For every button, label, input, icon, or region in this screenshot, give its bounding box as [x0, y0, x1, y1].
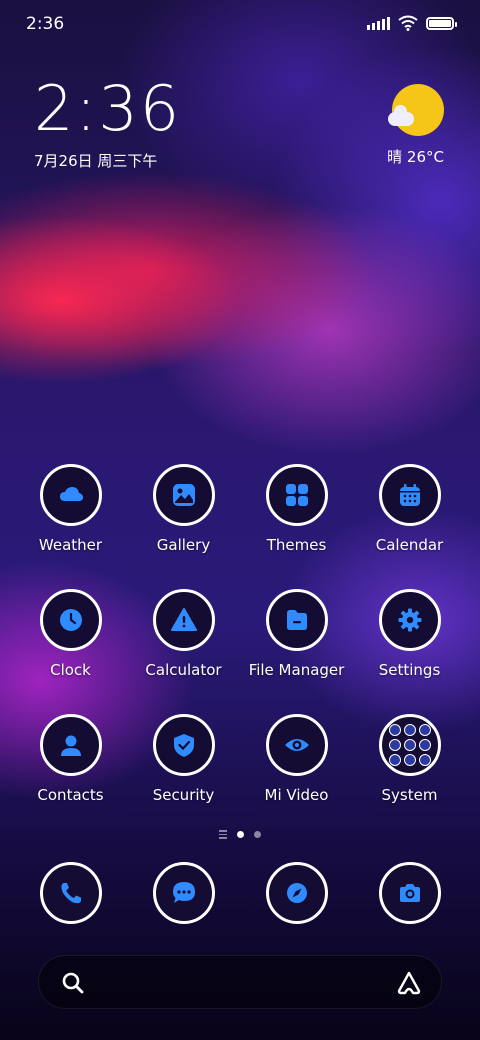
- camera-icon: [378, 862, 441, 924]
- app-system-folder[interactable]: System: [353, 714, 466, 804]
- app-weather[interactable]: Weather: [14, 464, 127, 554]
- themes-grid-icon: [265, 464, 328, 526]
- status-time: 2:36: [26, 14, 65, 34]
- eye-icon: [265, 714, 328, 776]
- app-calculator[interactable]: Calculator: [127, 589, 240, 679]
- clock-icon: [39, 589, 102, 651]
- page-indicator[interactable]: [0, 830, 480, 839]
- menu-lines-icon: [219, 830, 227, 839]
- folder-grid-icon: [378, 714, 441, 776]
- weather-widget[interactable]: 晴 26°C: [364, 84, 444, 168]
- app-label: Contacts: [37, 786, 104, 804]
- gear-icon: [378, 589, 441, 651]
- clock-widget[interactable]: 2:36 7月26日 周三下午: [34, 78, 181, 171]
- folder-icon: [265, 589, 328, 651]
- phone-icon: [39, 862, 102, 924]
- app-label: Gallery: [156, 536, 211, 554]
- app-label: Calendar: [375, 536, 444, 554]
- dock-camera[interactable]: [353, 862, 466, 924]
- app-calendar[interactable]: Calendar: [353, 464, 466, 554]
- dock: [14, 862, 466, 924]
- app-file-manager[interactable]: File Manager: [240, 589, 353, 679]
- page-dot-active: [237, 830, 244, 838]
- calendar-icon: [378, 464, 441, 526]
- app-grid: Weather Gallery Themes Calendar Clock Ca…: [14, 464, 466, 804]
- cloud-icon: [388, 105, 414, 126]
- shield-check-icon: [152, 714, 215, 776]
- gallery-icon: [152, 464, 215, 526]
- app-themes[interactable]: Themes: [240, 464, 353, 554]
- app-settings[interactable]: Settings: [353, 589, 466, 679]
- wifi-icon: [398, 15, 418, 31]
- dock-messages[interactable]: [127, 862, 240, 924]
- assistant-icon[interactable]: [395, 969, 423, 997]
- weather-text: 晴 26°C: [387, 148, 444, 166]
- search-icon: [62, 972, 84, 994]
- app-label: File Manager: [248, 661, 345, 679]
- app-label: Calculator: [145, 661, 222, 679]
- page-dot: [254, 830, 261, 838]
- status-icons: [367, 15, 457, 31]
- dock-browser[interactable]: [240, 862, 353, 924]
- app-security[interactable]: Security: [127, 714, 240, 804]
- app-label: Weather: [38, 536, 103, 554]
- message-icon: [152, 862, 215, 924]
- app-label: Security: [152, 786, 215, 804]
- status-bar: 2:36: [0, 0, 480, 50]
- dock-phone[interactable]: [14, 862, 127, 924]
- app-label: Mi Video: [264, 786, 329, 804]
- compass-icon: [265, 862, 328, 924]
- app-label: Settings: [378, 661, 441, 679]
- app-label: System: [381, 786, 438, 804]
- app-label: Themes: [266, 536, 327, 554]
- widget-clock-time: 2:36: [34, 72, 182, 145]
- app-gallery[interactable]: Gallery: [127, 464, 240, 554]
- signal-icon: [367, 16, 390, 30]
- widget-date: 7月26日 周三下午: [34, 152, 158, 170]
- person-icon: [39, 714, 102, 776]
- search-bar[interactable]: [38, 955, 442, 1009]
- app-contacts[interactable]: Contacts: [14, 714, 127, 804]
- weather-cloud-icon: [39, 464, 102, 526]
- app-label: Clock: [50, 661, 91, 679]
- app-clock[interactable]: Clock: [14, 589, 127, 679]
- battery-icon: [426, 16, 457, 30]
- app-mi-video[interactable]: Mi Video: [240, 714, 353, 804]
- calculator-warning-icon: [152, 589, 215, 651]
